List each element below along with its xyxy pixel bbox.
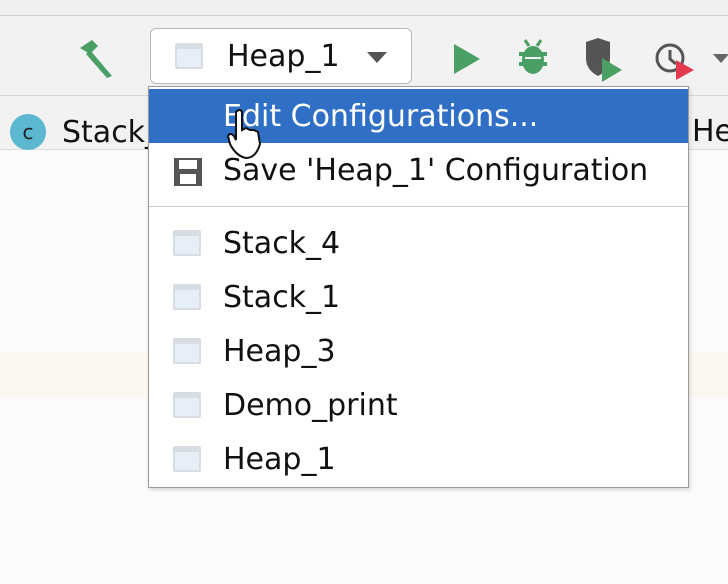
run-config-label: Heap_1 — [227, 38, 340, 74]
config-icon — [173, 446, 201, 472]
tab-label: He — [692, 114, 728, 149]
tab-heap[interactable]: He — [692, 114, 728, 149]
config-icon — [173, 284, 201, 310]
config-icon — [173, 230, 201, 256]
hand-cursor-icon — [226, 109, 262, 160]
run-config-selector[interactable]: Heap_1 — [150, 28, 412, 84]
tab-label: Stack_ — [62, 114, 161, 150]
hammer-icon[interactable] — [76, 38, 118, 80]
menu-item-label: Save 'Heap_1' Configuration — [223, 152, 649, 188]
tab-stack[interactable]: c Stack_ — [10, 114, 160, 150]
chevron-down-icon — [367, 52, 387, 63]
config-icon — [173, 338, 201, 364]
menu-item-label: Stack_4 — [223, 225, 341, 261]
class-icon: c — [10, 114, 46, 150]
more-chevron-icon[interactable] — [713, 54, 728, 63]
config-icon — [173, 392, 201, 418]
config-icon — [175, 43, 203, 69]
menu-item-config[interactable]: Heap_1 — [149, 432, 688, 486]
debug-icon[interactable] — [515, 38, 551, 78]
window-top-strip — [0, 0, 728, 16]
menu-item-label: Stack_1 — [223, 279, 341, 315]
menu-item-label: Edit Configurations... — [223, 98, 539, 134]
menu-item-label: Heap_1 — [223, 441, 336, 477]
menu-item-config[interactable]: Stack_4 — [149, 216, 688, 270]
menu-item-config[interactable]: Stack_1 — [149, 270, 688, 324]
run-icon[interactable] — [452, 42, 482, 76]
toolbar: Heap_1 — [0, 16, 728, 96]
menu-item-config[interactable]: Heap_3 — [149, 324, 688, 378]
profile-icon[interactable] — [654, 38, 698, 82]
menu-separator — [149, 206, 688, 207]
menu-item-label: Demo_print — [223, 387, 398, 423]
menu-item-label: Heap_3 — [223, 333, 336, 369]
coverage-icon[interactable] — [584, 38, 628, 82]
menu-item-config[interactable]: Demo_print — [149, 378, 688, 432]
save-icon — [174, 158, 202, 186]
